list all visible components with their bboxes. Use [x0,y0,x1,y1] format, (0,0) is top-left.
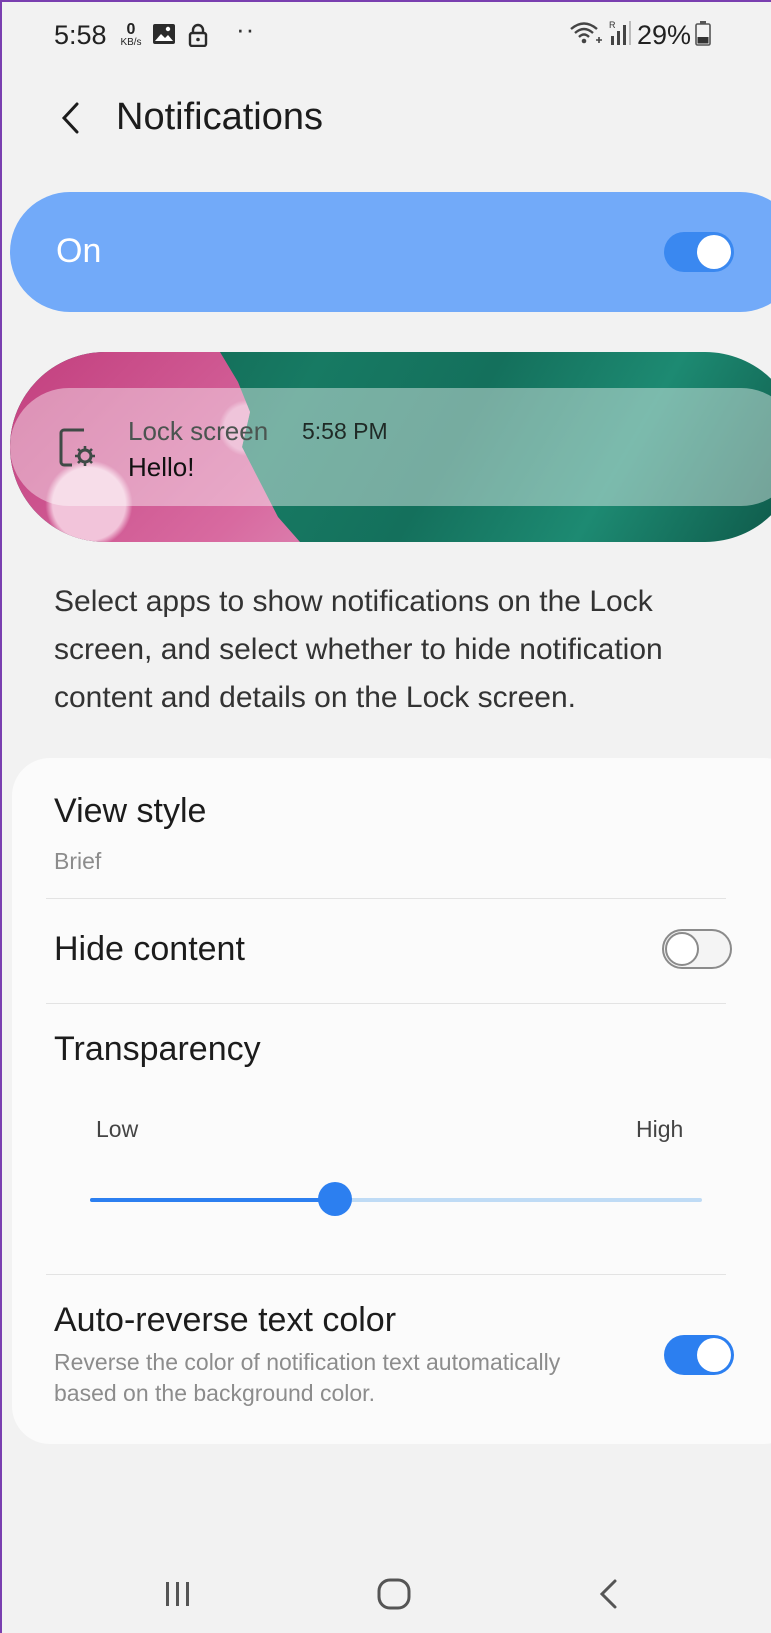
recents-button[interactable] [148,1574,208,1614]
lock-screen-preview: Lock screen 5:58 PM Hello! [10,352,771,542]
settings-app-icon [58,426,98,470]
back-button[interactable] [50,96,90,140]
preview-time: 5:58 PM [302,418,388,444]
toggle-knob [697,1338,731,1372]
wifi-icon [569,20,603,51]
page-title: Notifications [116,96,323,138]
window-frame-left [0,0,2,1633]
hide-content-row[interactable]: Hide content [12,899,771,1003]
transparency-title: Transparency [54,1030,261,1068]
status-time: 5:58 [54,20,107,50]
auto-reverse-description: Reverse the color of notification text a… [54,1349,561,1406]
signal-icon: R [607,19,633,52]
network-speed-value: 0 [126,21,136,38]
transparency-slider[interactable] [90,1182,702,1216]
transparency-high-label: High [636,1116,684,1142]
navigation-bar [0,1556,771,1633]
settings-card: View style Brief Hide content Transparen… [12,758,771,1444]
preview-message: Hello! [128,452,195,482]
transparency-low-label: Low [96,1116,139,1142]
lock-icon [188,23,208,52]
master-switch-bar[interactable]: On [10,192,771,312]
slider-fill [90,1198,335,1202]
network-speed-indicator: 0 KB/s [117,21,145,49]
description-text: Select apps to show notifications on the… [54,585,663,714]
network-speed-unit: KB/s [120,37,142,48]
auto-reverse-toggle[interactable] [664,1335,734,1375]
recents-icon [166,1582,189,1606]
status-bar: 5:58 0 KB/s ·· R 29% [0,0,771,72]
hide-content-title: Hide content [54,930,245,968]
back-icon [599,1579,617,1609]
image-icon [152,23,176,50]
view-style-title: View style [54,792,207,830]
view-style-value: Brief [54,848,102,874]
preview-notification-card: Lock screen 5:58 PM Hello! [10,388,771,506]
status-right-icons: R 29% [569,20,711,50]
hide-content-toggle[interactable] [662,929,732,969]
battery-percent: 29% [636,19,691,50]
home-button[interactable] [364,1574,424,1614]
preview-app-name: Lock screen [128,416,269,446]
battery-icon [695,20,711,51]
auto-reverse-row[interactable]: Auto-reverse text color Reverse the colo… [12,1275,771,1444]
home-icon [377,1578,411,1610]
toggle-knob [697,235,731,269]
more-dots-icon: ·· [236,14,256,44]
master-toggle[interactable] [664,232,734,272]
view-style-row[interactable]: View style Brief [12,758,771,898]
nav-back-button[interactable] [578,1574,638,1614]
auto-reverse-title: Auto-reverse text color [54,1301,397,1339]
back-arrow-icon [61,102,79,134]
master-switch-label: On [56,232,102,270]
svg-text:R: R [609,20,616,30]
slider-thumb[interactable] [317,1182,352,1216]
toggle-knob [665,932,699,966]
